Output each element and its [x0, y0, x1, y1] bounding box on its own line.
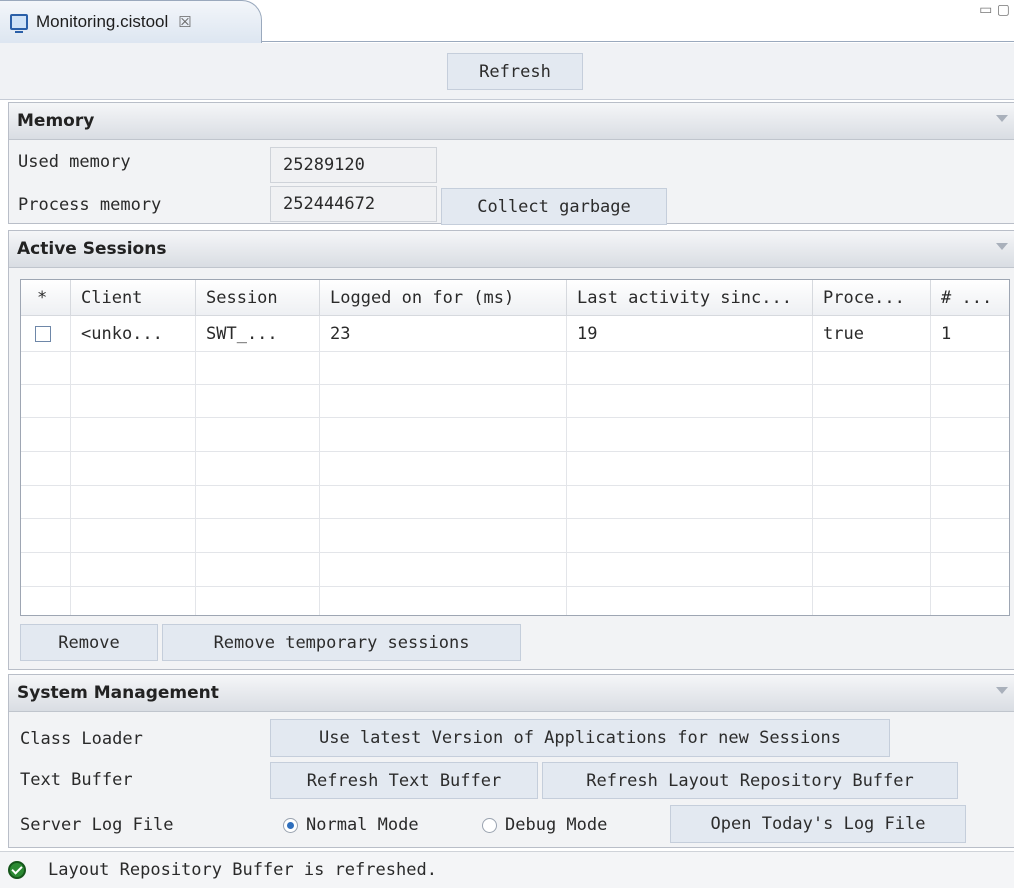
column-header-select[interactable]: * [21, 280, 71, 316]
used-memory-label: Used memory [18, 152, 131, 172]
tab-title: Monitoring.cistool [36, 12, 169, 31]
text-buffer-label: Text Buffer [20, 770, 133, 790]
chevron-down-icon[interactable] [996, 687, 1008, 694]
client-cell: <unko... [81, 324, 163, 344]
row-divider [21, 417, 1009, 418]
refresh-button[interactable]: Refresh [447, 53, 583, 90]
column-header-client[interactable]: Client [71, 280, 196, 316]
window-controls[interactable]: ▭ ▢ [979, 2, 1010, 18]
remove-temporary-sessions-button[interactable]: Remove temporary sessions [162, 624, 521, 661]
sessions-table: * Client Session Logged on for (ms) Last… [20, 279, 1010, 616]
remove-button[interactable]: Remove [20, 624, 158, 661]
column-divider [812, 316, 813, 615]
column-header-processing[interactable]: Proce... [813, 280, 931, 316]
session-cell: SWT_... [206, 324, 278, 344]
column-divider [319, 316, 320, 615]
debug-mode-label: Debug Mode [505, 815, 608, 835]
checkmark-icon [8, 861, 26, 879]
section-title: Active Sessions [17, 239, 167, 259]
status-message: Layout Repository Buffer is refreshed. [48, 860, 437, 880]
use-latest-version-button[interactable]: Use latest Version of Applications for n… [270, 719, 890, 757]
chevron-down-icon[interactable] [996, 243, 1008, 250]
logged-on-cell: 23 [330, 324, 351, 344]
row-select-cell[interactable] [21, 318, 71, 350]
open-todays-log-file-button[interactable]: Open Today's Log File [670, 805, 966, 843]
system-management-header[interactable]: System Management [9, 675, 1014, 712]
tab-monitoring[interactable]: Monitoring.cistool ☒ [0, 0, 262, 43]
collect-garbage-button[interactable]: Collect garbage [441, 188, 667, 225]
column-divider [566, 316, 567, 615]
processing-cell: true [823, 324, 864, 344]
row-checkbox[interactable] [35, 326, 51, 342]
row-divider [21, 485, 1009, 486]
process-memory-value: 252444672 [270, 186, 437, 222]
column-divider [70, 316, 71, 615]
chevron-down-icon[interactable] [996, 115, 1008, 122]
row-divider [21, 384, 1009, 385]
column-header-session[interactable]: Session [196, 280, 320, 316]
column-header-count[interactable]: # ... [931, 280, 1009, 316]
row-divider [21, 586, 1009, 587]
section-title: Memory [17, 111, 95, 131]
active-sessions-header[interactable]: Active Sessions [9, 231, 1014, 268]
close-icon[interactable]: ☒ [178, 13, 191, 31]
refresh-layout-repository-buffer-button[interactable]: Refresh Layout Repository Buffer [542, 762, 958, 799]
column-header-last-activity[interactable]: Last activity sinc... [567, 280, 813, 316]
refresh-text-buffer-button[interactable]: Refresh Text Buffer [270, 762, 538, 799]
row-divider [21, 552, 1009, 553]
count-cell: 1 [941, 324, 952, 344]
used-memory-value: 25289120 [270, 147, 437, 183]
row-divider [21, 451, 1009, 452]
normal-mode-radio[interactable]: Normal Mode [283, 815, 419, 835]
server-log-file-label: Server Log File [20, 815, 174, 835]
column-divider [930, 316, 931, 615]
column-divider [195, 316, 196, 615]
debug-mode-radio[interactable]: Debug Mode [482, 815, 607, 835]
memory-section-header[interactable]: Memory [9, 103, 1014, 140]
radio-selected-icon[interactable] [283, 817, 298, 833]
process-memory-label: Process memory [18, 195, 162, 215]
view-icon [10, 14, 28, 33]
class-loader-label: Class Loader [20, 729, 143, 749]
section-title: System Management [17, 683, 219, 703]
status-bar: Layout Repository Buffer is refreshed. [0, 851, 1014, 888]
radio-unselected-icon[interactable] [482, 817, 497, 833]
row-divider [21, 351, 1009, 352]
last-activity-cell: 19 [577, 324, 598, 344]
column-header-logged-on[interactable]: Logged on for (ms) [320, 280, 567, 316]
normal-mode-label: Normal Mode [306, 815, 419, 835]
row-divider [21, 518, 1009, 519]
